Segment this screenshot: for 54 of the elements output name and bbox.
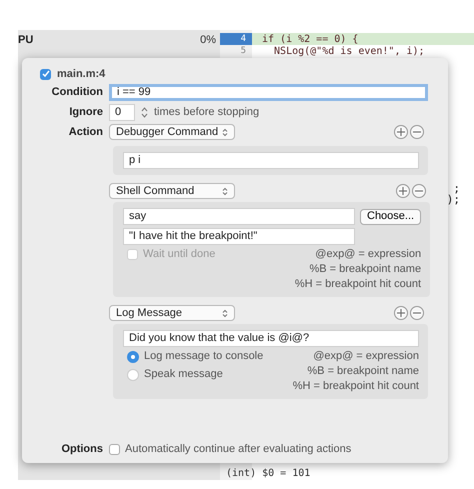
- up-down-caret-icon: [222, 128, 228, 136]
- minus-icon: [413, 312, 421, 314]
- ignore-label: Ignore: [68, 106, 103, 119]
- ignore-count-field[interactable]: 0: [109, 104, 135, 121]
- help-text: %H = breakpoint hit count: [294, 278, 422, 291]
- action-type-popup[interactable]: Log Message: [109, 305, 235, 321]
- cpu-value: 0%: [200, 34, 216, 47]
- condition-field[interactable]: i == 99: [109, 84, 428, 101]
- ignore-suffix: times before stopping: [154, 106, 260, 119]
- console-output: (int) $0 = 101: [226, 467, 310, 480]
- command-field[interactable]: say: [123, 208, 355, 225]
- arguments-field[interactable]: "I have hit the breakpoint!": [123, 228, 355, 245]
- up-down-caret-icon: [222, 186, 228, 196]
- auto-continue-checkbox[interactable]: [109, 444, 120, 454]
- line-number: 4: [220, 33, 252, 45]
- help-text: @exp@ = expression: [315, 248, 422, 261]
- message-field[interactable]: Did you know that the value is @i@?: [123, 330, 419, 347]
- wait-label: Wait until done: [143, 248, 216, 261]
- auto-continue-label: Automatically continue after evaluating actions: [125, 442, 352, 456]
- options-label: Options: [60, 442, 103, 456]
- remove-button[interactable]: [410, 306, 424, 320]
- remove-button[interactable]: [410, 125, 424, 139]
- help-text: %B = breakpoint name: [307, 365, 419, 378]
- choose-button[interactable]: Choose...: [360, 208, 422, 224]
- up-down-caret-icon: [222, 308, 228, 318]
- add-button[interactable]: [396, 184, 410, 198]
- minus-icon: [413, 131, 421, 133]
- radio-label: Speak message: [144, 368, 223, 381]
- enabled-checkbox[interactable]: [40, 68, 51, 80]
- code-fragment: ;: [453, 182, 460, 195]
- stepper-icon[interactable]: [140, 105, 149, 120]
- remove-button[interactable]: [412, 184, 426, 198]
- breakpoint-name: main.m:4: [57, 68, 106, 80]
- command-field[interactable]: p i: [123, 152, 419, 169]
- help-text: %H = breakpoint hit count: [292, 380, 419, 393]
- action-type-popup[interactable]: Shell Command: [109, 183, 235, 199]
- panel-label: PU: [18, 34, 34, 47]
- condition-label: Condition: [50, 86, 103, 99]
- radio-label: Log message to console: [144, 350, 264, 363]
- action-label: Action: [68, 126, 103, 138]
- code-line: NSLog(@"%d is even!", i);: [273, 45, 426, 57]
- add-button[interactable]: [394, 125, 408, 139]
- action-type-popup[interactable]: Debugger Command: [109, 124, 235, 140]
- radio-button[interactable]: [127, 350, 139, 362]
- radio-button[interactable]: [127, 368, 139, 380]
- plus-icon: [397, 309, 405, 317]
- line-number: 5: [240, 45, 247, 57]
- minus-icon: [415, 190, 424, 192]
- plus-icon: [397, 128, 405, 136]
- help-text: @exp@ = expression: [313, 350, 419, 363]
- code-fragment: );: [446, 193, 460, 206]
- add-button[interactable]: [394, 306, 408, 320]
- plus-icon: [399, 187, 408, 195]
- help-text: %B = breakpoint name: [309, 263, 422, 276]
